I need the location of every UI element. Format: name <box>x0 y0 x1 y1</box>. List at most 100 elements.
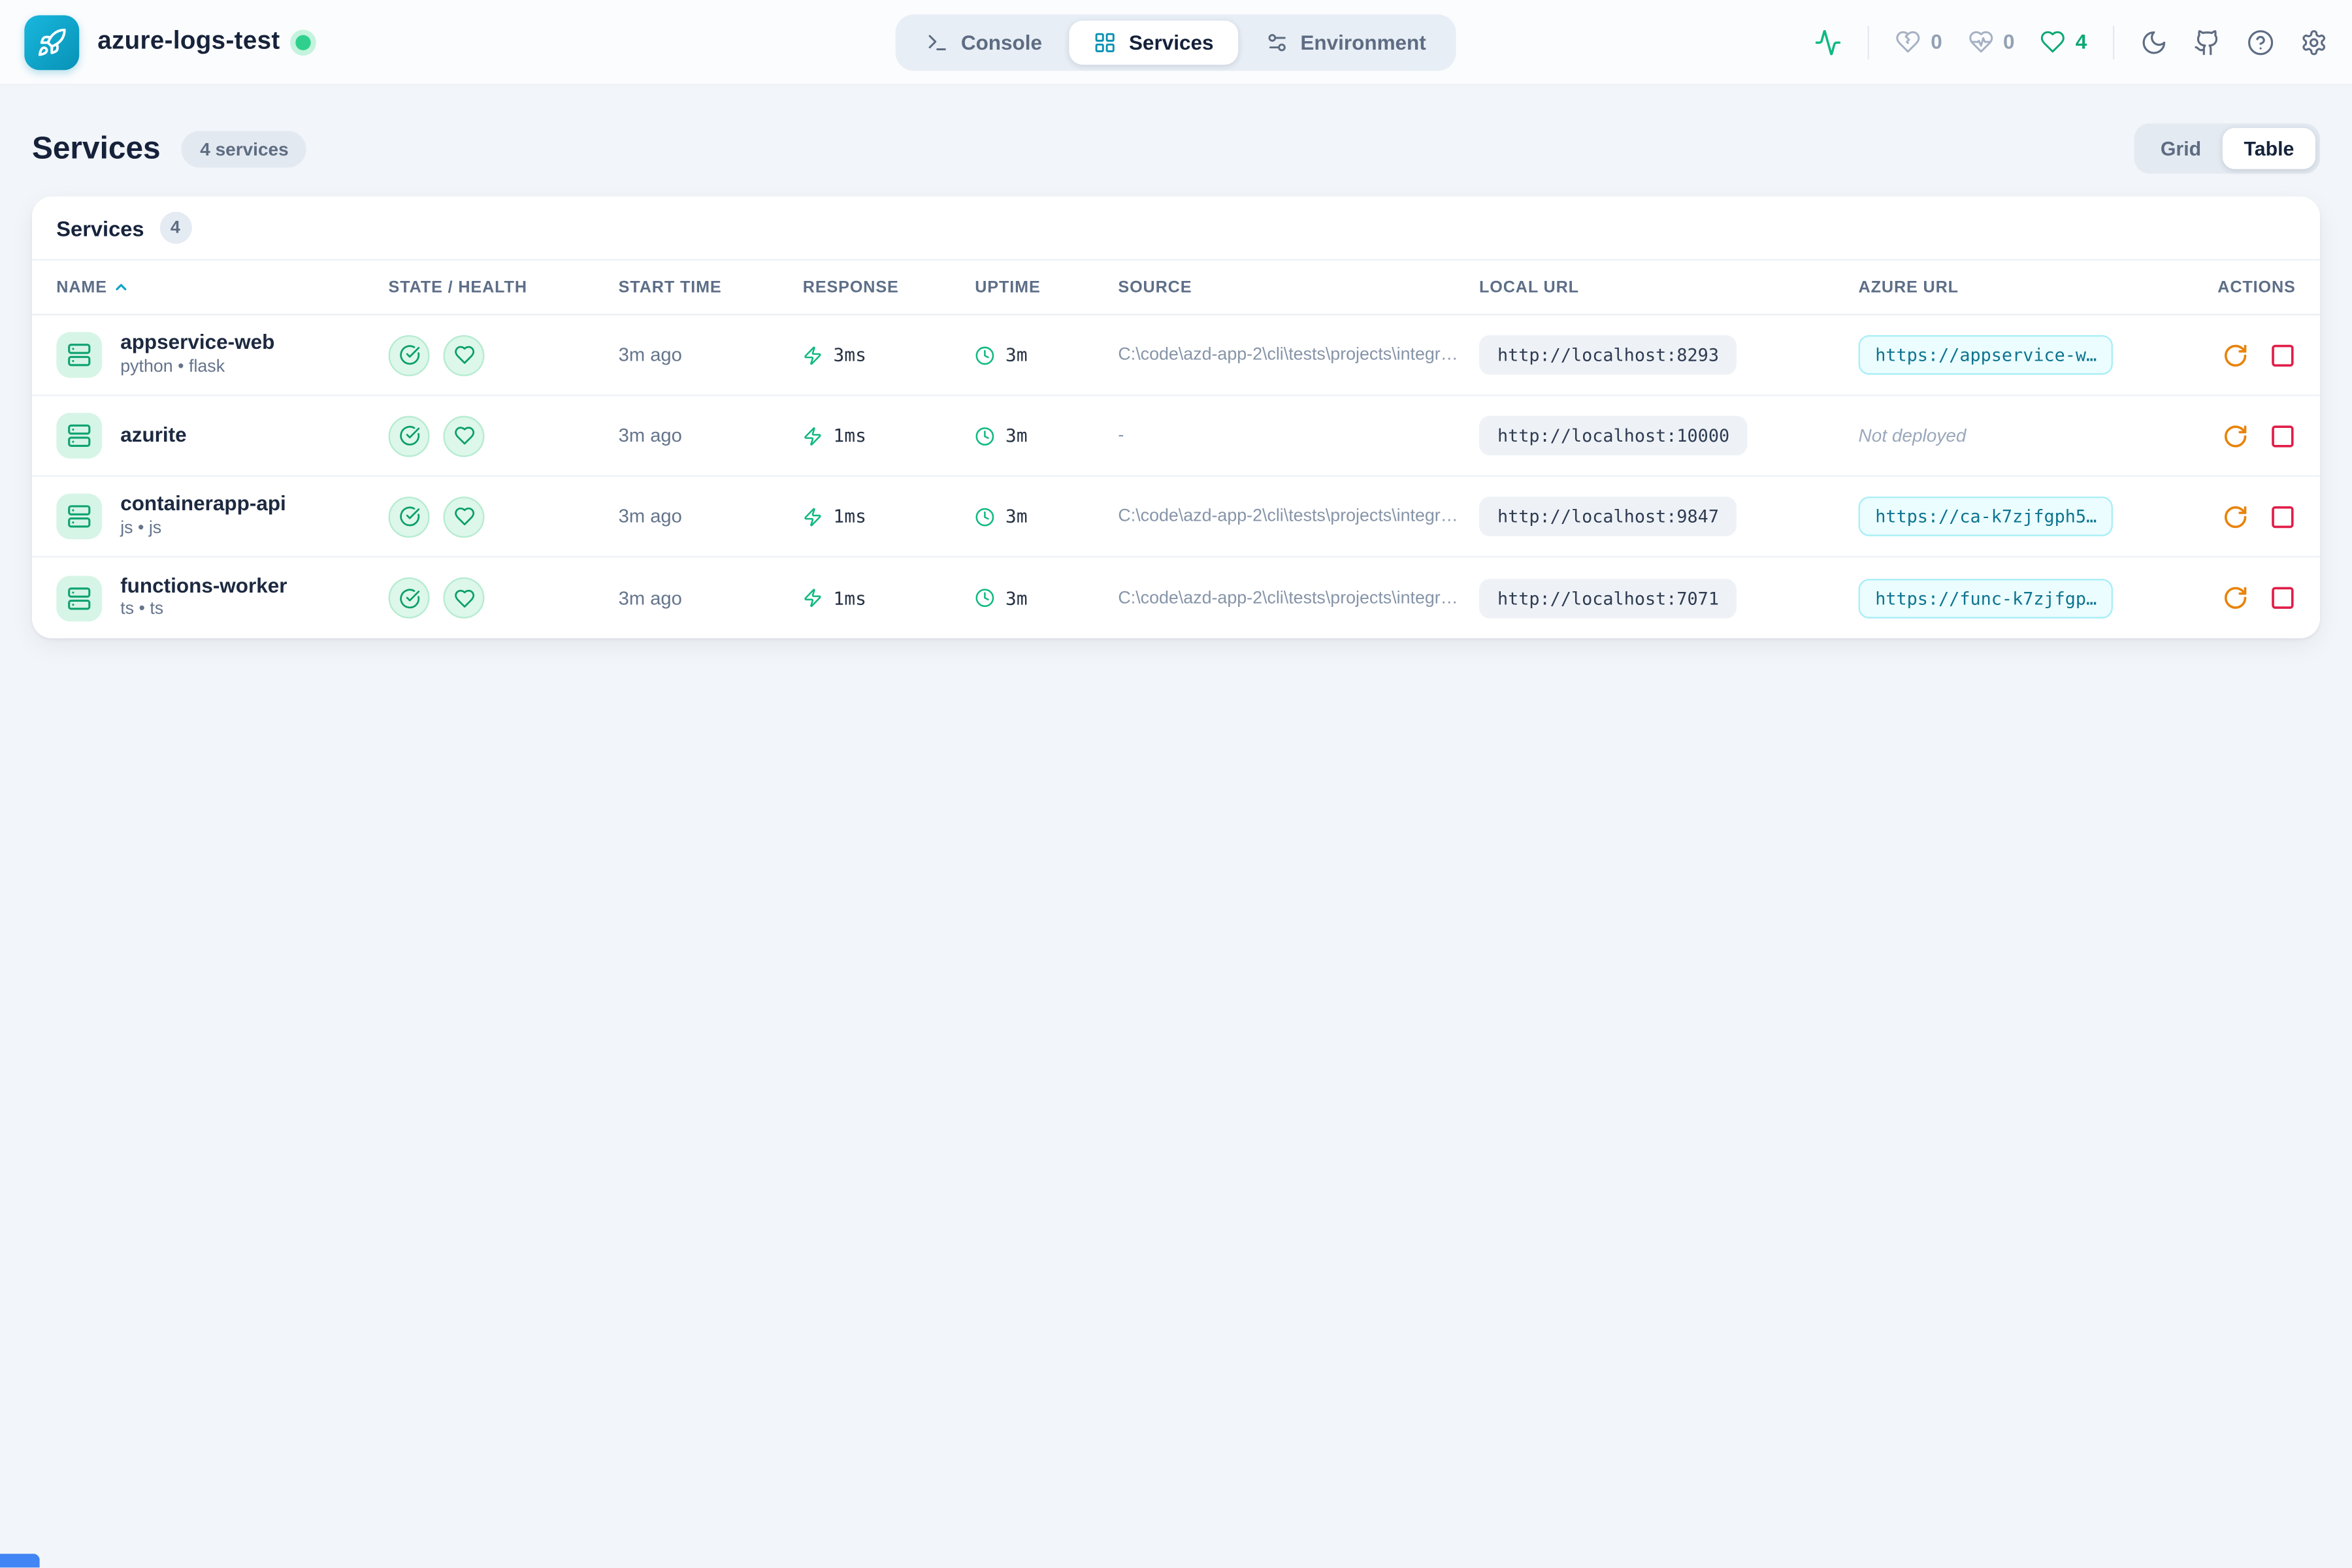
server-icon <box>56 493 102 539</box>
service-name: functions-worker <box>120 574 287 599</box>
stop-square-icon <box>2270 585 2296 611</box>
tab-console-label: Console <box>961 31 1042 54</box>
heart-icon <box>453 587 475 609</box>
rocket-icon <box>37 27 67 57</box>
divider <box>2113 25 2114 58</box>
response-cell: 1ms <box>803 425 975 447</box>
column-header-uptime[interactable]: UPTIME <box>975 278 1118 297</box>
column-header-state[interactable]: STATE / HEALTH <box>389 278 619 297</box>
column-header-local-url[interactable]: LOCAL URL <box>1479 278 1859 297</box>
view-toggle-table[interactable]: Table <box>2223 128 2315 169</box>
tab-console[interactable]: Console <box>902 20 1066 64</box>
stop-button[interactable] <box>2270 585 2296 611</box>
restart-button[interactable] <box>2223 342 2249 368</box>
local-url-pill[interactable]: http://localhost:10000 <box>1479 416 1748 456</box>
response-value: 3ms <box>833 344 866 366</box>
tab-services-label: Services <box>1129 31 1214 54</box>
table-row: containerapp-api js • js 3m ago 1ms 3m <box>32 477 2320 558</box>
health-ok-badge <box>443 496 484 537</box>
source-path: - <box>1118 427 1479 445</box>
stop-button[interactable] <box>2270 423 2296 449</box>
service-subtitle: js • js <box>120 518 286 541</box>
zap-icon <box>803 426 823 446</box>
healthy-count: 4 <box>2076 31 2087 54</box>
azure-url-cell: Not deployed <box>1859 422 2125 449</box>
table-header-row: NAME STATE / HEALTH START TIME RESPONSE … <box>32 261 2320 316</box>
github-button[interactable] <box>2194 28 2221 56</box>
stop-button[interactable] <box>2270 504 2296 530</box>
table-row: appservice-web python • flask 3m ago 3ms <box>32 316 2320 397</box>
clock-icon <box>975 506 994 526</box>
uptime-value: 3m <box>1005 587 1028 609</box>
column-header-name[interactable]: NAME <box>56 278 388 297</box>
card-header: Services 4 <box>32 197 2320 261</box>
theme-toggle-button[interactable] <box>2140 28 2168 56</box>
column-header-actions: ACTIONS <box>2125 278 2296 297</box>
uptime-cell: 3m <box>975 425 1118 447</box>
state-running-badge <box>389 496 430 537</box>
check-circle-icon <box>399 506 420 527</box>
azure-url-link[interactable]: https://ca-k7zjfgph5… <box>1859 497 2114 536</box>
table-row: azurite 3m ago 1ms 3m - <box>32 396 2320 477</box>
restart-button[interactable] <box>2223 585 2249 611</box>
state-health-cell <box>389 496 619 537</box>
card-count-badge: 4 <box>159 212 191 244</box>
start-time: 3m ago <box>619 587 803 609</box>
heart-pulse-icon <box>1968 29 1994 55</box>
rotate-cw-icon <box>2223 423 2249 449</box>
view-toggle-grid[interactable]: Grid <box>2139 128 2223 169</box>
activity-icon <box>1815 28 1842 56</box>
topbar-right: 0 0 4 <box>1815 25 2328 58</box>
response-value: 1ms <box>833 587 866 609</box>
check-circle-icon <box>399 587 420 609</box>
local-url-pill[interactable]: http://localhost:7071 <box>1479 578 1737 618</box>
actions-cell <box>2125 504 2296 530</box>
azure-url-link[interactable]: https://appservice-w… <box>1859 335 2114 375</box>
app-logo <box>24 14 79 69</box>
column-header-start-time[interactable]: START TIME <box>619 278 803 297</box>
restart-button[interactable] <box>2223 504 2249 530</box>
settings-button[interactable] <box>2300 28 2328 56</box>
clock-icon <box>975 345 994 365</box>
tab-environment[interactable]: Environment <box>1241 20 1450 64</box>
local-url-cell: http://localhost:8293 <box>1479 335 1859 375</box>
state-running-badge <box>389 415 430 456</box>
local-url-pill[interactable]: http://localhost:9847 <box>1479 497 1737 536</box>
table-row: functions-worker ts • ts 3m ago 1ms 3m <box>32 557 2320 638</box>
azure-url-cell: https://func-k7zjfgp… <box>1859 578 2125 618</box>
state-running-badge <box>389 335 430 376</box>
app-status-dot <box>295 34 310 49</box>
column-header-source[interactable]: SOURCE <box>1118 278 1479 297</box>
column-header-azure-url[interactable]: AZURE URL <box>1859 278 2125 297</box>
tab-services[interactable]: Services <box>1070 20 1238 64</box>
service-name-cell: containerapp-api js • js <box>56 492 388 540</box>
azure-url-link[interactable]: https://func-k7zjfgp… <box>1859 578 2114 618</box>
warnings-counter: 0 <box>1968 29 2014 55</box>
heart-icon <box>453 506 475 527</box>
zap-icon <box>803 588 823 608</box>
help-button[interactable] <box>2247 28 2274 56</box>
local-url-cell: http://localhost:10000 <box>1479 416 1859 456</box>
zap-icon <box>803 506 823 526</box>
uptime-cell: 3m <box>975 344 1118 366</box>
heart-icon <box>453 425 475 447</box>
clock-icon <box>975 426 994 446</box>
uptime-value: 3m <box>1005 506 1028 527</box>
source-path: C:\code\azd-app-2\cli\tests\projects\int… <box>1118 507 1479 525</box>
view-toggle: Grid Table <box>2134 123 2320 174</box>
server-icon <box>56 575 102 621</box>
state-running-badge <box>389 578 430 619</box>
server-icon <box>56 332 102 378</box>
source-path: C:\code\azd-app-2\cli\tests\projects\int… <box>1118 346 1479 364</box>
divider <box>1869 25 1870 58</box>
github-icon <box>2194 28 2221 56</box>
column-header-response[interactable]: RESPONSE <box>803 278 975 297</box>
page-header: Services 4 services Grid Table <box>0 86 2352 197</box>
response-value: 1ms <box>833 506 866 527</box>
local-url-pill[interactable]: http://localhost:8293 <box>1479 335 1737 375</box>
service-name: containerapp-api <box>120 492 286 517</box>
stop-button[interactable] <box>2270 342 2296 368</box>
response-cell: 3ms <box>803 344 975 366</box>
restart-button[interactable] <box>2223 423 2249 449</box>
heart-icon <box>2040 29 2066 55</box>
